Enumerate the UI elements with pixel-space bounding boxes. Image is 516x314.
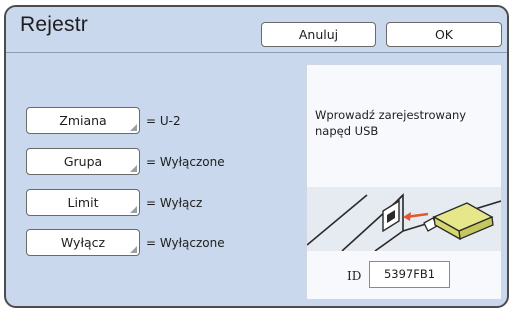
- corner-indicator-icon: [130, 206, 137, 213]
- cancel-button[interactable]: Anuluj: [261, 22, 376, 47]
- usb-insert-illustration: [307, 187, 501, 251]
- group-button-label: Grupa: [63, 154, 103, 169]
- limit-button-label: Limit: [67, 195, 99, 210]
- disable-value: = Wyłączone: [146, 236, 225, 250]
- change-value: = U-2: [146, 114, 181, 128]
- change-button[interactable]: Zmiana: [26, 107, 140, 134]
- corner-indicator-icon: [130, 124, 137, 131]
- usb-info-panel: Wprowadź zarejestrowany napęd USB ID 539…: [306, 64, 502, 300]
- register-dialog: Rejestr Anuluj OK Zmiana = U-2 Grupa = W…: [4, 5, 509, 308]
- corner-indicator-icon: [130, 165, 137, 172]
- page-title: Rejestr: [20, 13, 88, 36]
- disable-button[interactable]: Wyłącz: [26, 229, 140, 256]
- ok-button[interactable]: OK: [386, 22, 502, 47]
- group-value: = Wyłączone: [146, 155, 225, 169]
- limit-button[interactable]: Limit: [26, 189, 140, 216]
- id-label: ID: [347, 269, 362, 283]
- dialog-header: Rejestr Anuluj OK: [6, 7, 507, 53]
- group-button[interactable]: Grupa: [26, 148, 140, 175]
- change-button-label: Zmiana: [59, 113, 107, 128]
- limit-value: = Wyłącz: [146, 196, 203, 210]
- id-field: 5397FB1: [369, 261, 450, 288]
- usb-instruction: Wprowadź zarejestrowany napęd USB: [315, 108, 467, 138]
- corner-indicator-icon: [130, 246, 137, 253]
- disable-button-label: Wyłącz: [60, 235, 106, 250]
